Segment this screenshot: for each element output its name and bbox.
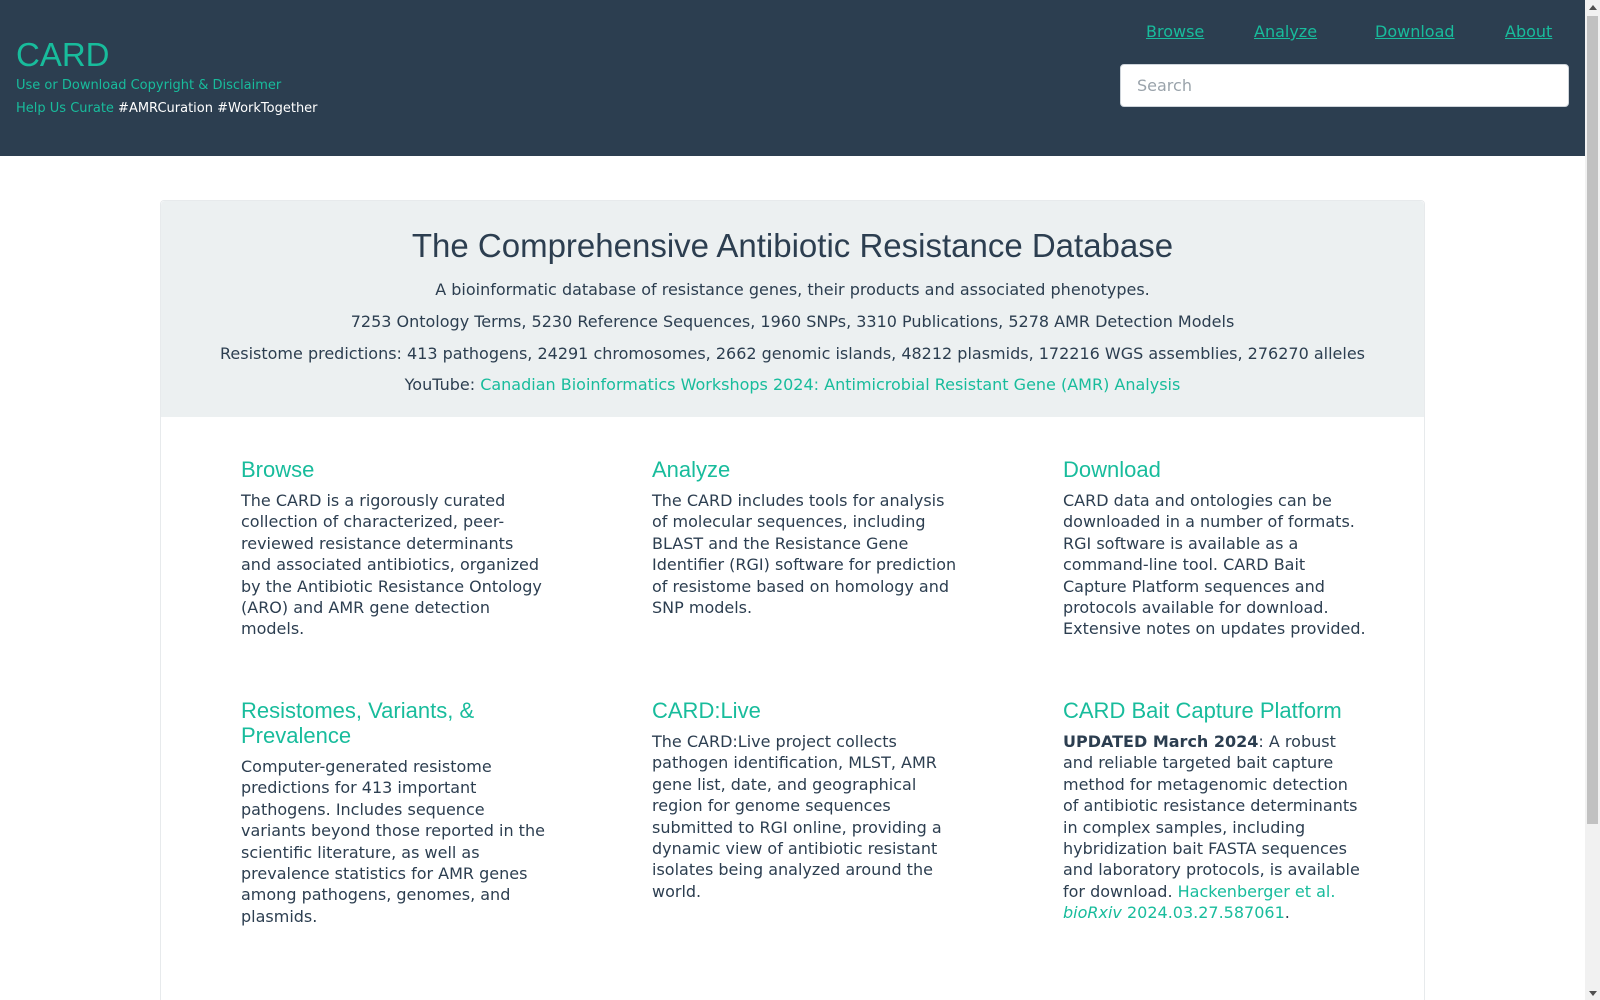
- main-content: The Comprehensive Antibiotic Resistance …: [160, 200, 1425, 1000]
- scroll-down-arrow-icon[interactable]: [1585, 986, 1600, 1000]
- feature-bait-capture: CARD Bait Capture Platform UPDATED March…: [1063, 698, 1368, 924]
- citation-journal: bioRxiv: [1063, 903, 1122, 923]
- hero-jumbotron: The Comprehensive Antibiotic Resistance …: [161, 201, 1424, 417]
- brand-logo-link[interactable]: CARD: [16, 36, 110, 74]
- copyright-disclaimer-link[interactable]: Use or Download Copyright & Disclaimer: [16, 78, 281, 93]
- feature-card-live: CARD:Live The CARD:Live project collects…: [652, 698, 957, 902]
- feature-card-live-text: The CARD:Live project collects pathogen …: [652, 732, 942, 901]
- feature-card-live-title[interactable]: CARD:Live: [652, 698, 957, 723]
- feature-browse-title[interactable]: Browse: [241, 457, 546, 482]
- feature-download: Download CARD data and ontologies can be…: [1063, 457, 1368, 640]
- youtube-line: YouTube: Canadian Bioinformatics Worksho…: [161, 375, 1424, 394]
- resistome-stats: Resistome predictions: 413 pathogens, 24…: [220, 344, 1365, 363]
- bait-capture-description: : A robust and reliable targeted bait ca…: [1063, 732, 1360, 901]
- help-us-curate-link[interactable]: Help Us Curate: [16, 101, 114, 116]
- feature-bait-capture-title[interactable]: CARD Bait Capture Platform: [1063, 698, 1368, 723]
- citation-authors: Hackenberger et al.: [1177, 881, 1336, 901]
- scrollbar-thumb[interactable]: [1587, 16, 1598, 824]
- page-scrollbar[interactable]: [1585, 0, 1600, 1000]
- feature-analyze: Analyze The CARD includes tools for anal…: [652, 457, 957, 618]
- nav-browse[interactable]: Browse: [1146, 22, 1204, 41]
- feature-resistomes-text: Computer-generated resistome predictions…: [241, 757, 545, 926]
- update-badge-text: UPDATED March 2024: [1063, 732, 1259, 751]
- feature-bait-capture-text: UPDATED March 2024: A robust and reliabl…: [1063, 731, 1368, 924]
- feature-browse-text: The CARD is a rigorously curated collect…: [241, 491, 542, 639]
- feature-analyze-title[interactable]: Analyze: [652, 457, 957, 482]
- feature-download-text: CARD data and ontologies can be download…: [1063, 491, 1366, 639]
- nav-download[interactable]: Download: [1375, 22, 1455, 41]
- page-title: The Comprehensive Antibiotic Resistance …: [411, 227, 1174, 264]
- feature-download-title[interactable]: Download: [1063, 457, 1368, 482]
- nav-about[interactable]: About: [1505, 22, 1552, 41]
- hero-subtitle: A bioinformatic database of resistance g…: [435, 280, 1150, 299]
- feature-resistomes: Resistomes, Variants, & Prevalence Compu…: [241, 698, 546, 927]
- youtube-label: YouTube:: [404, 375, 481, 394]
- curation-row: Help Us Curate #AMRCuration #WorkTogethe…: [16, 101, 318, 116]
- curation-hashtags: #AMRCuration #WorkTogether: [113, 101, 318, 116]
- site-header: CARD Use or Download Copyright & Disclai…: [0, 0, 1585, 156]
- nav-analyze[interactable]: Analyze: [1254, 22, 1317, 41]
- search-input[interactable]: [1120, 64, 1569, 107]
- feature-resistomes-title[interactable]: Resistomes, Variants, & Prevalence: [241, 698, 546, 748]
- scroll-up-arrow-icon[interactable]: [1585, 0, 1600, 14]
- youtube-workshop-link[interactable]: Canadian Bioinformatics Workshops 2024: …: [480, 375, 1180, 394]
- citation-end: .: [1284, 903, 1290, 923]
- feature-browse: Browse The CARD is a rigorously curated …: [241, 457, 546, 640]
- feature-analyze-text: The CARD includes tools for analysis of …: [652, 491, 957, 618]
- database-stats: 7253 Ontology Terms, 5230 Reference Sequ…: [350, 312, 1235, 331]
- citation-id: 2024.03.27.587061: [1121, 903, 1285, 923]
